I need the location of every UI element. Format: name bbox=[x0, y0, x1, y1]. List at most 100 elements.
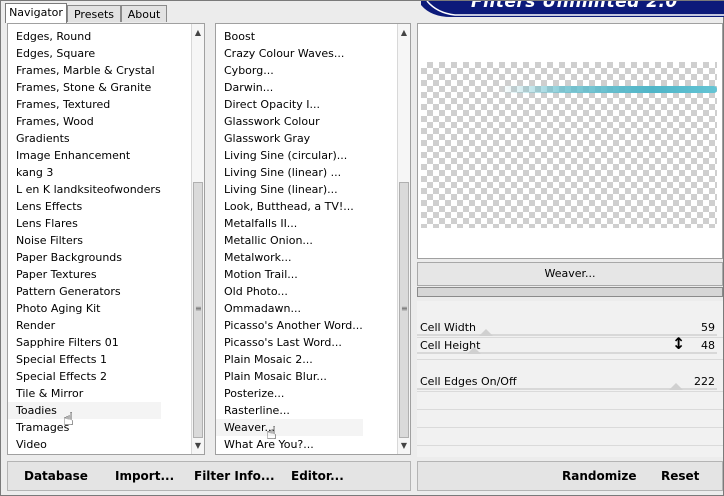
list-item[interactable]: Edges, Square bbox=[8, 45, 161, 62]
list-item[interactable]: Edges, Round bbox=[8, 28, 161, 45]
param-value: 48 bbox=[701, 339, 715, 352]
hand-cursor-icon: ☝ bbox=[63, 409, 74, 430]
scroll-down-icon[interactable]: ▼ bbox=[192, 439, 204, 453]
list-item[interactable]: Noise Filters bbox=[8, 232, 161, 249]
preview-panel bbox=[417, 23, 723, 259]
param-cell-edges[interactable]: Cell Edges On/Off 222 bbox=[417, 373, 723, 391]
hand-cursor-icon: ☝ bbox=[266, 423, 277, 444]
reset-button[interactable]: Reset bbox=[661, 469, 699, 483]
list-item[interactable]: Glasswork Gray bbox=[216, 130, 363, 147]
list-item[interactable]: Picasso's Last Word... bbox=[216, 334, 363, 351]
filter-scrollbar[interactable]: ▲ ≡ ▼ bbox=[397, 24, 410, 454]
list-item[interactable]: Look, Butthead, a TV!... bbox=[216, 198, 363, 215]
divider bbox=[417, 427, 723, 428]
category-items: Edges, Round Edges, Square Frames, Marble … bbox=[8, 28, 161, 453]
bottom-toolbar-right: Randomize Reset bbox=[417, 461, 723, 491]
resize-cursor-icon: ↕ bbox=[672, 334, 686, 353]
scroll-down-icon[interactable]: ▼ bbox=[398, 439, 410, 453]
param-value: 222 bbox=[694, 375, 715, 388]
filter-items: Boost Crazy Colour Waves... Cyborg... Darwi… bbox=[216, 28, 363, 453]
list-item[interactable]: Sapphire Filters 01 bbox=[8, 334, 161, 351]
filter-list[interactable]: Boost Crazy Colour Waves... Cyborg... Darwi… bbox=[215, 23, 411, 455]
import-button[interactable]: Import... bbox=[115, 469, 174, 483]
list-item[interactable]: Image Enhancement bbox=[8, 147, 161, 164]
list-item[interactable]: Boost bbox=[216, 28, 363, 45]
list-item[interactable]: Special Effects 1 bbox=[8, 351, 161, 368]
parameter-panel: Cell Width 59 Cell Height 48 ↕ Cell Edge… bbox=[417, 301, 723, 457]
slider-knob[interactable] bbox=[669, 383, 683, 390]
divider bbox=[417, 391, 723, 392]
filters-unlimited-window: Navigator Presets About Filters Unlimite… bbox=[0, 0, 724, 496]
list-item[interactable]: Photo Aging Kit bbox=[8, 300, 161, 317]
editor-button[interactable]: Editor... bbox=[291, 469, 344, 483]
list-item[interactable]: Paper Backgrounds bbox=[8, 249, 161, 266]
divider bbox=[417, 409, 723, 410]
app-title: Filters Unlimited 2.0 bbox=[471, 1, 678, 12]
list-item[interactable]: Glasswork Colour bbox=[216, 113, 363, 130]
list-item[interactable]: Video bbox=[8, 436, 161, 453]
param-value: 59 bbox=[701, 321, 715, 334]
list-item[interactable]: Old Photo... bbox=[216, 283, 363, 300]
list-item[interactable]: Special Effects 2 bbox=[8, 368, 161, 385]
param-label: Cell Width bbox=[420, 321, 477, 334]
list-item[interactable]: Ommadawn... bbox=[216, 300, 363, 317]
database-button[interactable]: Database bbox=[24, 469, 88, 483]
list-item[interactable]: Direct Opacity I... bbox=[216, 96, 363, 113]
list-item[interactable]: L en K landksiteofwonders bbox=[8, 181, 161, 198]
list-item[interactable]: Crazy Colour Waves... bbox=[216, 45, 363, 62]
list-item[interactable]: Tile & Mirror bbox=[8, 385, 161, 402]
list-item[interactable]: Living Sine (linear)... bbox=[216, 181, 363, 198]
list-item[interactable]: Lens Flares bbox=[8, 215, 161, 232]
tab-navigator[interactable]: Navigator bbox=[5, 3, 67, 23]
category-scrollbar[interactable]: ▲ ≡ ▼ bbox=[191, 24, 204, 454]
list-item[interactable]: Motion Trail... bbox=[216, 266, 363, 283]
list-item[interactable]: Plain Mosaic 2... bbox=[216, 351, 363, 368]
progress-bar bbox=[417, 287, 723, 297]
list-item[interactable]: Frames, Wood bbox=[8, 113, 161, 130]
list-item[interactable]: What Are You?... bbox=[216, 436, 363, 453]
list-item[interactable]: Render bbox=[8, 317, 161, 334]
scrollbar-thumb[interactable]: ≡ bbox=[399, 182, 409, 438]
list-item[interactable]: Metalfalls II... bbox=[216, 215, 363, 232]
randomize-button[interactable]: Randomize bbox=[562, 469, 636, 483]
list-item[interactable]: Weaver... bbox=[216, 419, 363, 436]
title-banner: Filters Unlimited 2.0 bbox=[421, 1, 724, 17]
divider bbox=[417, 445, 723, 446]
category-list[interactable]: Edges, Round Edges, Square Frames, Marble … bbox=[7, 23, 205, 455]
list-item[interactable]: Plain Mosaic Blur... bbox=[216, 368, 363, 385]
list-item[interactable]: kang 3 bbox=[8, 164, 161, 181]
list-item[interactable]: Gradients bbox=[8, 130, 161, 147]
filter-info-button[interactable]: Filter Info... bbox=[194, 469, 275, 483]
scroll-up-icon[interactable]: ▲ bbox=[398, 26, 410, 40]
grip-icon: ≡ bbox=[195, 304, 202, 313]
tab-about[interactable]: About bbox=[121, 5, 167, 22]
list-item[interactable]: Picasso's Another Word... bbox=[216, 317, 363, 334]
list-item[interactable]: Pattern Generators bbox=[8, 283, 161, 300]
list-item[interactable]: Frames, Stone & Granite bbox=[8, 79, 161, 96]
list-item[interactable]: Posterize... bbox=[216, 385, 363, 402]
bottom-toolbar: Database Import... Filter Info... Editor… bbox=[7, 461, 411, 491]
slider-knob[interactable] bbox=[467, 347, 481, 354]
slider-knob[interactable] bbox=[479, 329, 493, 336]
preview-streak bbox=[501, 86, 717, 93]
grip-icon: ≡ bbox=[401, 304, 408, 313]
list-item[interactable]: Paper Textures bbox=[8, 266, 161, 283]
list-item[interactable]: Darwin... bbox=[216, 79, 363, 96]
list-item[interactable]: Living Sine (linear) ... bbox=[216, 164, 363, 181]
list-item[interactable]: Lens Effects bbox=[8, 198, 161, 215]
list-item[interactable]: Frames, Marble & Crystal bbox=[8, 62, 161, 79]
param-label: Cell Edges On/Off bbox=[420, 375, 517, 388]
current-filter-name: Weaver... bbox=[417, 262, 723, 286]
list-item[interactable]: Toadies bbox=[8, 402, 161, 419]
scrollbar-thumb[interactable]: ≡ bbox=[193, 182, 203, 438]
list-item[interactable]: Living Sine (circular)... bbox=[216, 147, 363, 164]
list-item[interactable]: Rasterline... bbox=[216, 402, 363, 419]
tab-presets[interactable]: Presets bbox=[67, 5, 121, 22]
list-item[interactable]: Metallic Onion... bbox=[216, 232, 363, 249]
list-item[interactable]: Frames, Textured bbox=[8, 96, 161, 113]
list-item[interactable]: Tramages bbox=[8, 419, 161, 436]
divider bbox=[417, 359, 723, 360]
list-item[interactable]: Metalwork... bbox=[216, 249, 363, 266]
scroll-up-icon[interactable]: ▲ bbox=[192, 26, 204, 40]
list-item[interactable]: Cyborg... bbox=[216, 62, 363, 79]
